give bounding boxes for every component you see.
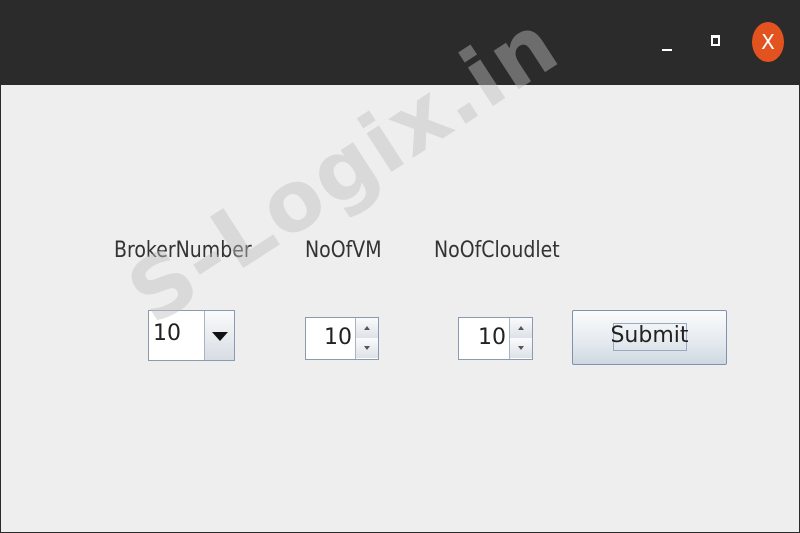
app-window: X BrokerNumber NoOfVM NoOfCloudlet 10 10…: [0, 0, 800, 533]
no-of-vm-spinner-arrows: [355, 318, 378, 359]
broker-number-combobox[interactable]: 10: [148, 310, 235, 361]
no-of-cloudlet-spinner[interactable]: 10: [458, 317, 533, 360]
no-of-cloudlet-spinner-arrows: [509, 318, 532, 359]
arrow-down-icon: [518, 346, 524, 350]
arrow-up-icon: [364, 326, 370, 330]
submit-button[interactable]: Submit: [572, 310, 727, 365]
close-button[interactable]: X: [752, 22, 784, 62]
no-of-vm-spinner[interactable]: 10: [305, 317, 379, 360]
minimize-icon: [662, 49, 672, 51]
arrow-down-icon: [364, 346, 370, 350]
no-of-cloudlet-increment-button[interactable]: [510, 318, 532, 339]
maximize-button[interactable]: [697, 23, 737, 63]
arrow-up-icon: [518, 326, 524, 330]
broker-number-dropdown-button[interactable]: [204, 311, 234, 360]
close-icon: X: [761, 30, 775, 54]
maximize-icon: [711, 35, 720, 46]
submit-button-label: Submit: [610, 323, 689, 348]
chevron-down-icon: [212, 332, 228, 341]
minimize-button[interactable]: [647, 23, 687, 63]
no-of-cloudlet-label: NoOfCloudlet: [434, 238, 560, 263]
no-of-cloudlet-value[interactable]: 10: [478, 325, 506, 350]
no-of-vm-value[interactable]: 10: [324, 325, 352, 350]
no-of-cloudlet-decrement-button[interactable]: [510, 338, 532, 358]
no-of-vm-decrement-button[interactable]: [356, 338, 378, 358]
no-of-vm-label: NoOfVM: [305, 238, 382, 263]
title-bar[interactable]: X: [1, 1, 799, 85]
no-of-vm-increment-button[interactable]: [356, 318, 378, 339]
broker-number-label: BrokerNumber: [114, 238, 252, 263]
broker-number-selected-value: 10: [153, 321, 181, 346]
